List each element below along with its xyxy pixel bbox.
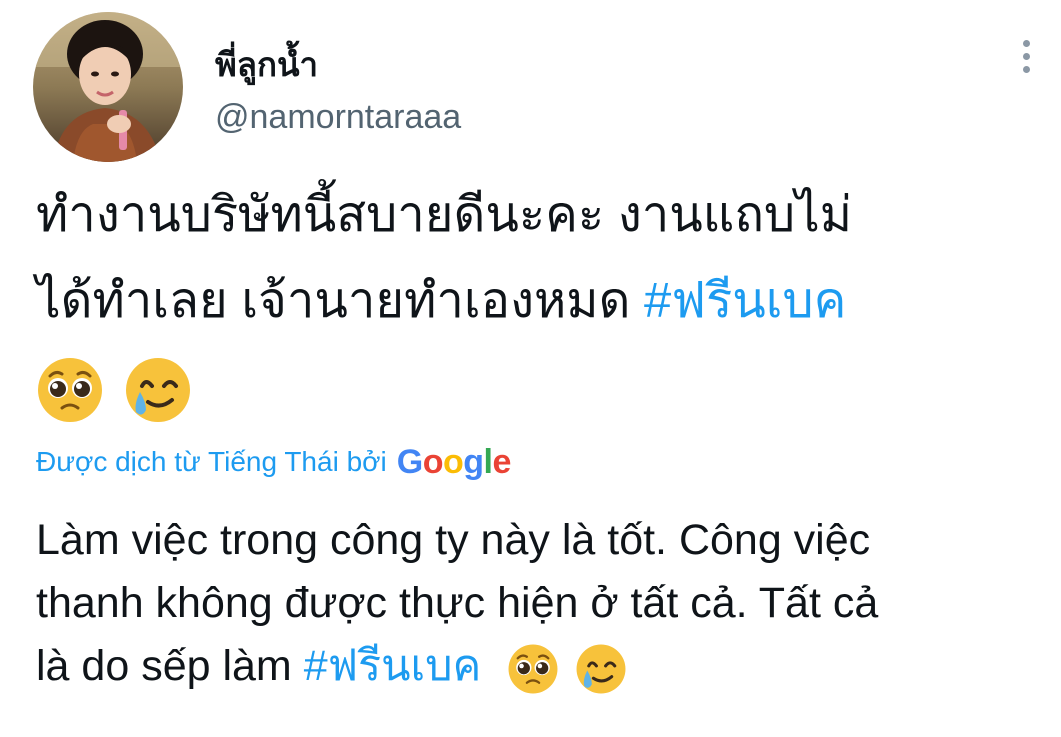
- tweet-text-line: ได้ทำเลย เจ้านายทำเองหมด #ฟรีนเบค: [36, 258, 1036, 344]
- translated-text-segment: là do sếp làm: [36, 642, 304, 690]
- display-name[interactable]: พี่ลูกน้ำ: [215, 38, 318, 91]
- tweet-emoji-line: [36, 344, 1036, 430]
- avatar-photo: [33, 12, 183, 162]
- more-dot-icon: [1022, 52, 1030, 60]
- google-logo: Google: [396, 442, 512, 481]
- hashtag-link[interactable]: #ฟรีนเบค: [644, 274, 846, 328]
- hashtag-link[interactable]: #ฟรีนเบค: [304, 642, 482, 690]
- avatar[interactable]: [33, 12, 183, 162]
- pleading-face-icon: [507, 643, 559, 695]
- more-dot-icon: [1022, 39, 1030, 47]
- translated-text-line: là do sếp làm #ฟรีนเบค: [36, 635, 1046, 698]
- smiling-face-with-tear-icon: [124, 356, 192, 424]
- user-handle[interactable]: @namorntaraaa: [215, 98, 461, 137]
- more-dot-icon: [1022, 65, 1030, 73]
- tweet-text: ทำงานบริษัทนี้สบายดีนะคะ งานแถบไม่ ได้ทำ…: [36, 172, 1036, 430]
- translation-attribution[interactable]: Được dịch từ Tiếng Thái bởi Google: [36, 438, 511, 486]
- translated-text: Làm việc trong công ty này là tốt. Công …: [36, 509, 1046, 698]
- tweet-text-line: ทำงานบริษัทนี้สบายดีนะคะ งานแถบไม่: [36, 188, 853, 242]
- tweet-text-segment: ได้ทำเลย เจ้านายทำเองหมด: [36, 274, 645, 328]
- tweet-card: พี่ลูกน้ำ @namorntaraaa ทำงานบริษัทนี้สบ…: [0, 0, 1061, 737]
- translation-label: Được dịch từ Tiếng Thái bởi: [36, 446, 387, 477]
- pleading-face-icon: [36, 356, 104, 424]
- more-options-button[interactable]: [1008, 34, 1044, 78]
- translated-text-line: Làm việc trong công ty này là tốt. Công …: [36, 516, 871, 564]
- smiling-face-with-tear-icon: [575, 643, 627, 695]
- translated-text-line: thanh không được thực hiện ở tất cả. Tất…: [36, 579, 879, 627]
